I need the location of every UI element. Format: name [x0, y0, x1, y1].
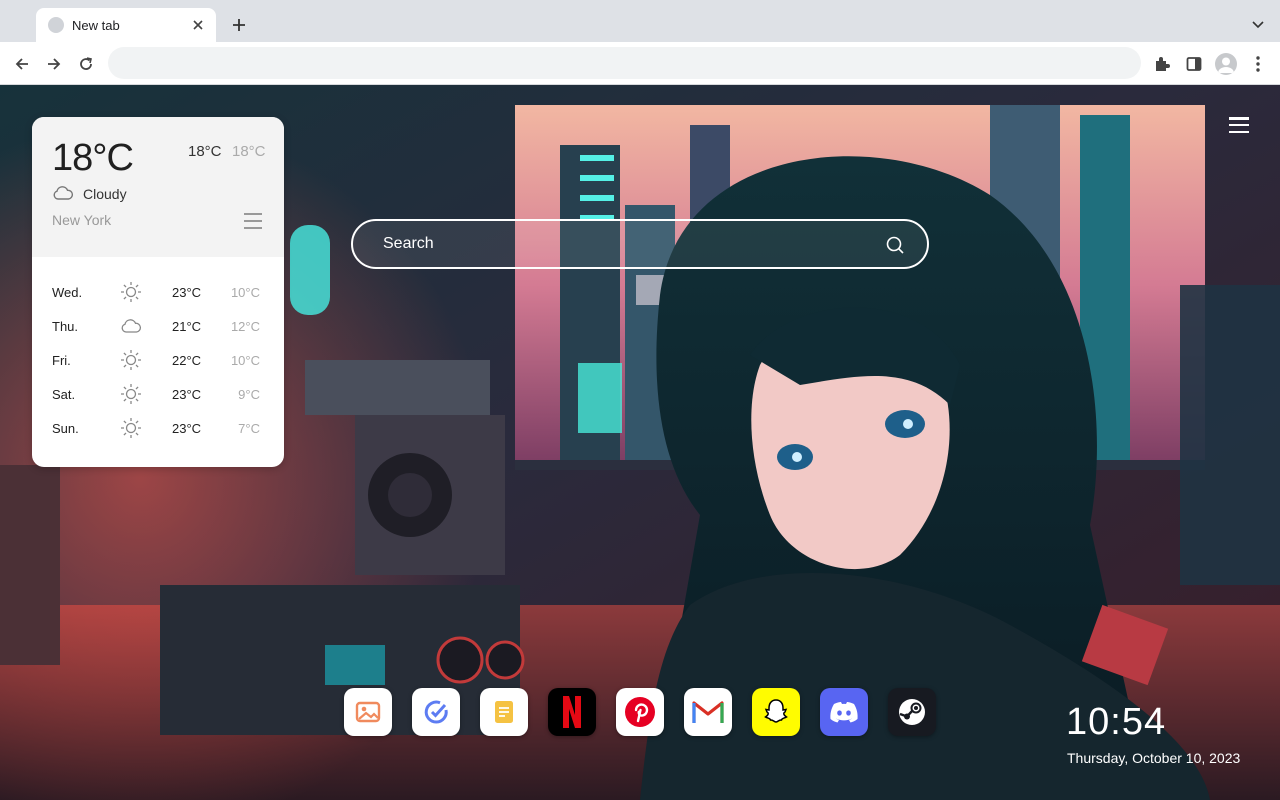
tab-favicon-icon: [48, 17, 64, 33]
reload-icon: [80, 57, 92, 70]
forecast-day: Fri.: [52, 353, 71, 368]
snapchat-app[interactable]: [752, 688, 800, 736]
forecast-day: Sun.: [52, 421, 79, 436]
forward-button[interactable]: [42, 52, 66, 76]
sun-icon: [121, 282, 141, 302]
avatar: [1215, 53, 1237, 75]
address-bar[interactable]: [108, 47, 1141, 79]
photos-app[interactable]: [344, 688, 392, 736]
new-tab-button[interactable]: [228, 14, 250, 36]
gmail-app[interactable]: [684, 688, 732, 736]
discord-icon: [830, 702, 858, 723]
tasks-app[interactable]: [412, 688, 460, 736]
clock-date: Thursday, October 10, 2023: [1067, 750, 1241, 766]
search-icon[interactable]: [885, 235, 905, 255]
app-dock: [344, 688, 936, 736]
forecast-low: 9°C: [238, 387, 260, 402]
today-low-temperature: 18°C: [232, 143, 266, 160]
forecast-row: Thu. 21°C 12°C: [32, 309, 284, 343]
tab-title: New tab: [72, 17, 120, 33]
hamburger-menu-icon[interactable]: [1229, 117, 1249, 133]
reload-button[interactable]: [74, 52, 98, 76]
pinterest-app[interactable]: [616, 688, 664, 736]
netflix-icon: [563, 696, 581, 728]
forecast-high: 23°C: [172, 387, 202, 402]
back-button[interactable]: [10, 52, 34, 76]
steam-app[interactable]: [888, 688, 936, 736]
profile-button[interactable]: [1214, 52, 1238, 76]
discord-app[interactable]: [820, 688, 868, 736]
forecast-high: 23°C: [172, 285, 202, 300]
forecast-high: 21°C: [172, 319, 202, 334]
forecast-day: Thu.: [52, 319, 79, 334]
current-temperature: 18°C: [52, 137, 134, 179]
forecast-low: 10°C: [230, 285, 260, 300]
weather-menu-icon[interactable]: [244, 213, 262, 229]
search-bar[interactable]: [351, 219, 929, 269]
extensions-icon[interactable]: [1150, 52, 1174, 76]
address-input[interactable]: [108, 47, 1141, 79]
forecast-high: 22°C: [172, 353, 202, 368]
check-icon: [424, 700, 448, 724]
sun-icon: [121, 418, 141, 438]
sun-icon: [121, 350, 141, 370]
clock-time: 10:54: [1066, 701, 1167, 743]
forecast-low: 12°C: [230, 319, 260, 334]
weather-city: New York: [52, 212, 112, 228]
kebab-menu-icon[interactable]: [1246, 52, 1270, 76]
weather-widget[interactable]: 18°C 18°C 18°C Cloudy New York Wed. 23°C…: [32, 117, 284, 467]
snapchat-icon: [764, 699, 788, 723]
pinterest-icon: [625, 697, 655, 727]
new-tab-page: 18°C 18°C 18°C Cloudy New York Wed. 23°C…: [0, 85, 1280, 800]
notes-app[interactable]: [480, 688, 528, 736]
netflix-app[interactable]: [548, 688, 596, 736]
weather-condition: Cloudy: [83, 186, 127, 202]
close-icon[interactable]: [190, 17, 206, 33]
today-high-temperature: 18°C: [188, 143, 222, 160]
forecast-low: 10°C: [230, 353, 260, 368]
cloud-icon: [53, 186, 74, 200]
forecast-row: Wed. 23°C 10°C: [32, 275, 284, 309]
arrow-left-icon: [15, 58, 28, 70]
weather-current: 18°C 18°C 18°C Cloudy New York: [32, 117, 284, 257]
browser-toolbar: [0, 42, 1280, 85]
steam-icon: [899, 699, 925, 725]
weather-forecast: Wed. 23°C 10°C Thu. 21°C 12°C Fri. 22°C …: [32, 275, 284, 445]
forecast-day: Wed.: [52, 285, 83, 300]
forecast-row: Sun. 23°C 7°C: [32, 411, 284, 445]
tab-strip: New tab: [0, 0, 1280, 42]
sun-icon: [121, 384, 141, 404]
arrow-right-icon: [48, 58, 61, 70]
forecast-high: 23°C: [172, 421, 202, 436]
forecast-row: Fri. 22°C 10°C: [32, 343, 284, 377]
forecast-day: Sat.: [52, 387, 76, 402]
forecast-row: Sat. 23°C 9°C: [32, 377, 284, 411]
chevron-down-icon[interactable]: [1248, 15, 1268, 35]
forecast-low: 7°C: [238, 421, 260, 436]
gmail-icon: [692, 701, 724, 723]
search-input[interactable]: [353, 221, 927, 267]
cloud-icon: [121, 319, 141, 333]
photos-icon: [355, 701, 381, 723]
tab-new-tab[interactable]: New tab: [36, 8, 216, 42]
side-panel-icon[interactable]: [1182, 52, 1206, 76]
notes-icon: [495, 701, 513, 723]
